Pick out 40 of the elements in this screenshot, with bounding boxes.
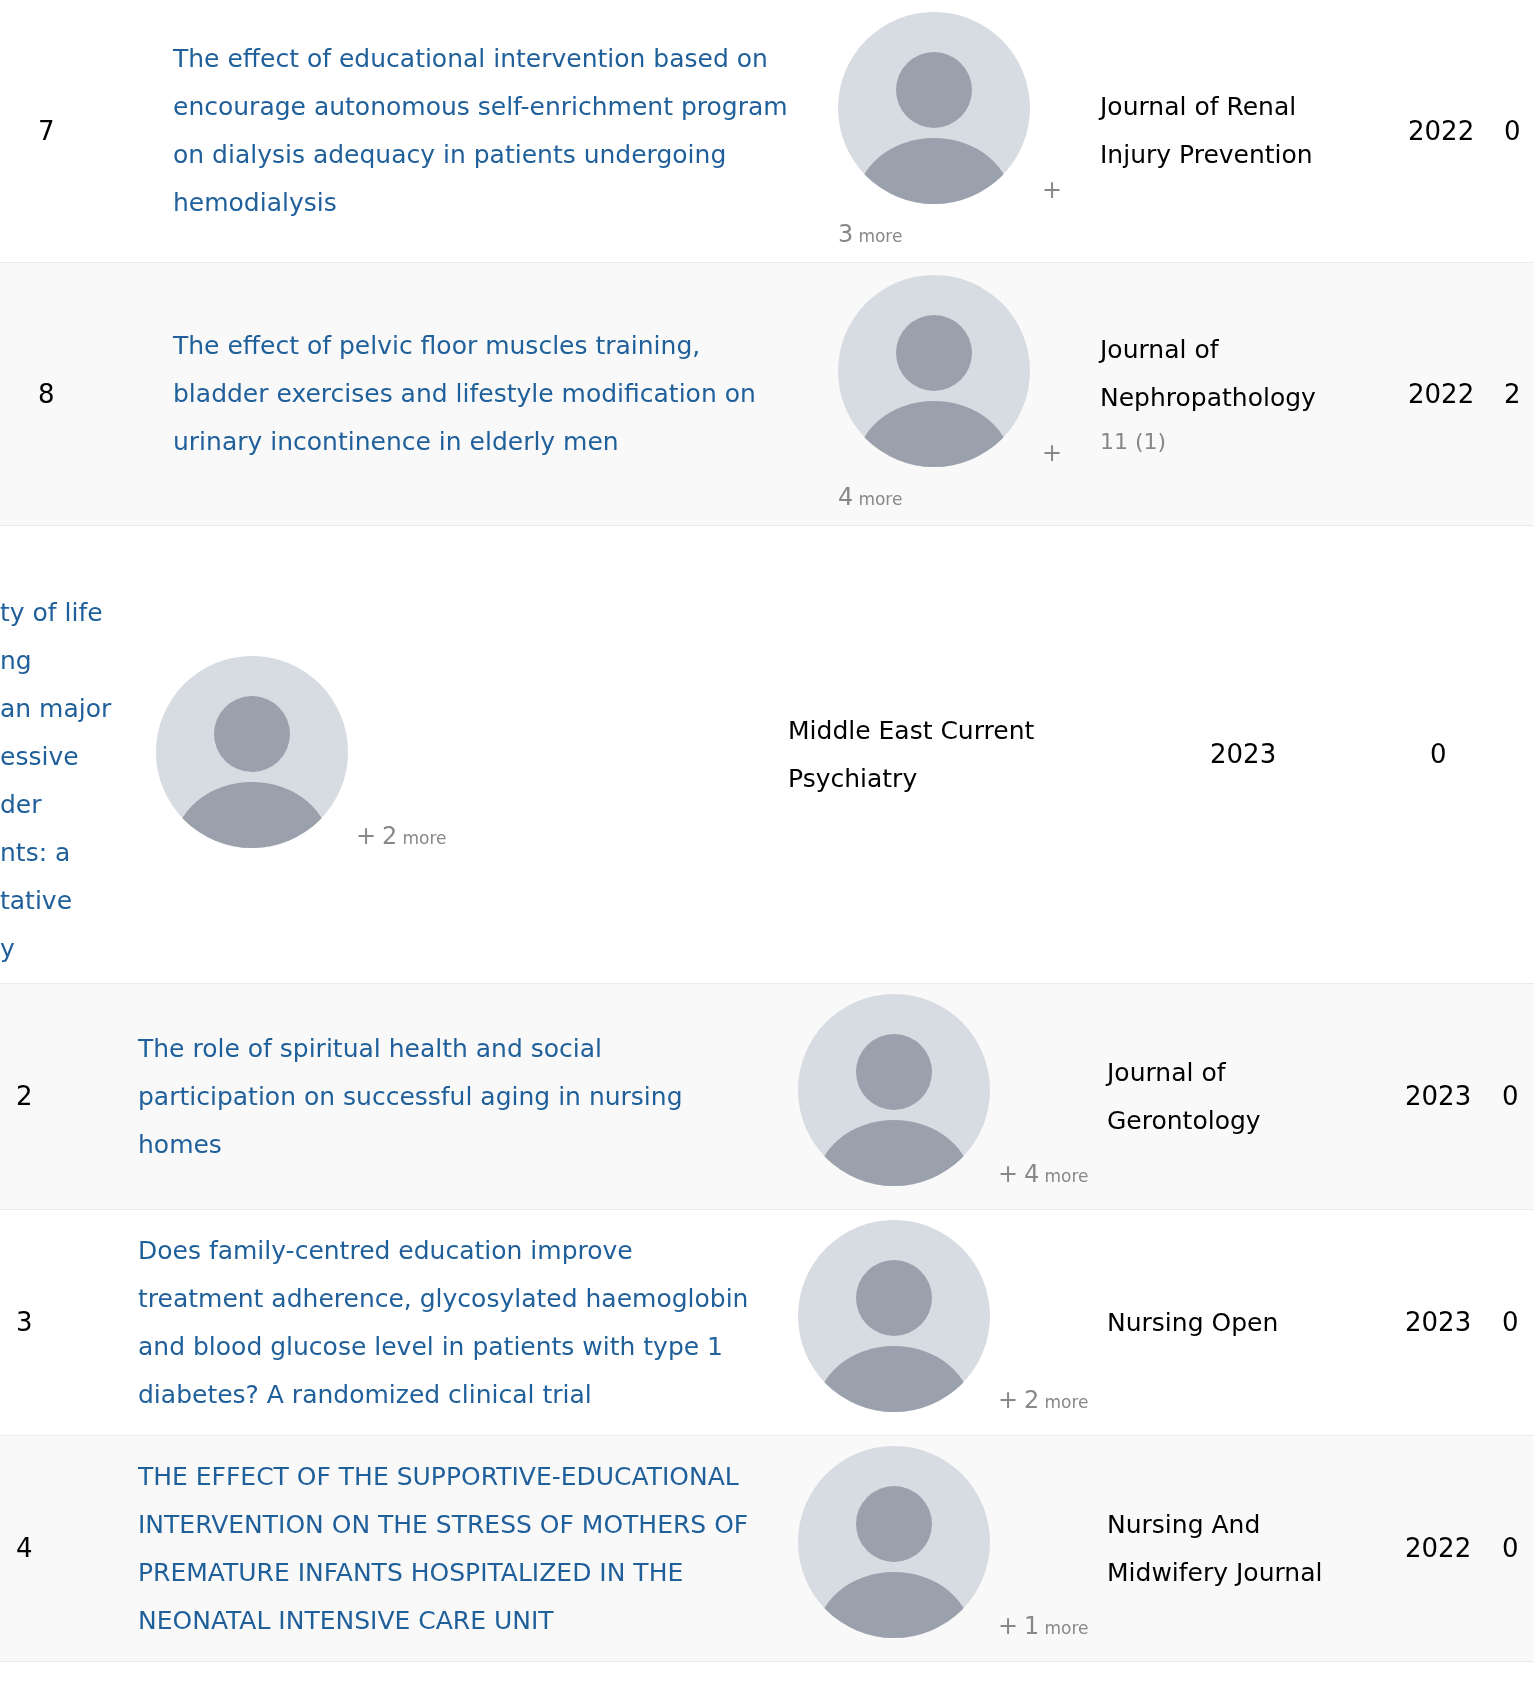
publication-year: 2022	[1408, 378, 1475, 409]
row-number: 7	[38, 115, 55, 146]
row-number: 8	[38, 378, 55, 409]
publication-year: 2023	[1405, 1081, 1472, 1111]
publication-year: 2022	[1405, 1533, 1472, 1563]
plus-sign[interactable]: +	[356, 818, 377, 854]
more-authors-link[interactable]: 1 more	[1024, 1608, 1089, 1644]
publication-title-link[interactable]: THE EFFECT OF THE SUPPORTIVE-EDUCATIONAL INTERVENTION ON THE STRESS OF MOTHERS OF PREMATURE INFANTS HOSPITALIZED IN THE NEONATAL INTENSIVE CARE UNIT	[138, 1452, 754, 1645]
publication-title-link[interactable]: The effect of pelvic floor muscles training, bladder exercises and lifestyle modification on urinary incontinence in elderly men	[173, 322, 796, 466]
journal-name: Nursing And Midwifery Journal	[1107, 1508, 1324, 1589]
journal-name: Journal of Renal Injury Prevention	[1100, 91, 1314, 171]
row-number: 4	[16, 1533, 33, 1563]
plus-sign[interactable]: +	[998, 1382, 1019, 1418]
publication-title-link[interactable]: The role of spiritual health and social participation on successful aging in nursing homes	[138, 1024, 754, 1169]
more-authors-link[interactable]: 4 more	[1024, 1156, 1089, 1192]
citation-count: 0	[1504, 115, 1521, 146]
journal-name: Journal of Nephropathology	[1100, 334, 1317, 414]
publication-year: 2023	[1405, 1307, 1472, 1337]
plus-sign[interactable]: +	[998, 1608, 1019, 1644]
publication-year: 2022	[1408, 115, 1475, 146]
plus-sign[interactable]: +	[1042, 172, 1063, 208]
publication-title-link[interactable]: The effect of educational intervention based on encourage autonomous self-enrichment program on dialysis adequacy in patients undergoing hemodialysis	[173, 35, 796, 227]
publication-title-link[interactable]: ty of life ng an major essive der nts: a tative y	[0, 589, 148, 973]
citation-count: 0	[1502, 1081, 1519, 1111]
plus-sign[interactable]: +	[998, 1156, 1019, 1192]
publication-title-link[interactable]: Does family-centred education improve treatment adherence, glycosylated haemoglobin and blood glucose level in patients with type 1 diabetes? A randomized clinical trial	[138, 1226, 754, 1419]
journal-name: Journal of Gerontology	[1107, 1056, 1262, 1137]
row-number: 2	[16, 1081, 33, 1111]
more-authors-link[interactable]: 2 more	[1024, 1382, 1089, 1418]
plus-sign[interactable]: +	[1042, 435, 1063, 471]
row-number: 3	[16, 1307, 33, 1337]
citation-count: 0	[1502, 1533, 1519, 1563]
citation-count: 0	[1502, 1307, 1519, 1337]
journal-name: Nursing Open	[1107, 1306, 1280, 1339]
citation-count: 0	[1430, 739, 1447, 769]
more-authors-link[interactable]: 2 more	[382, 818, 447, 854]
publication-year: 2023	[1210, 739, 1277, 769]
journal-issue: 11 (1)	[1100, 428, 1168, 456]
citation-count: 2	[1504, 378, 1521, 409]
journal-name: Middle East Current Psychiatry	[788, 714, 1036, 795]
